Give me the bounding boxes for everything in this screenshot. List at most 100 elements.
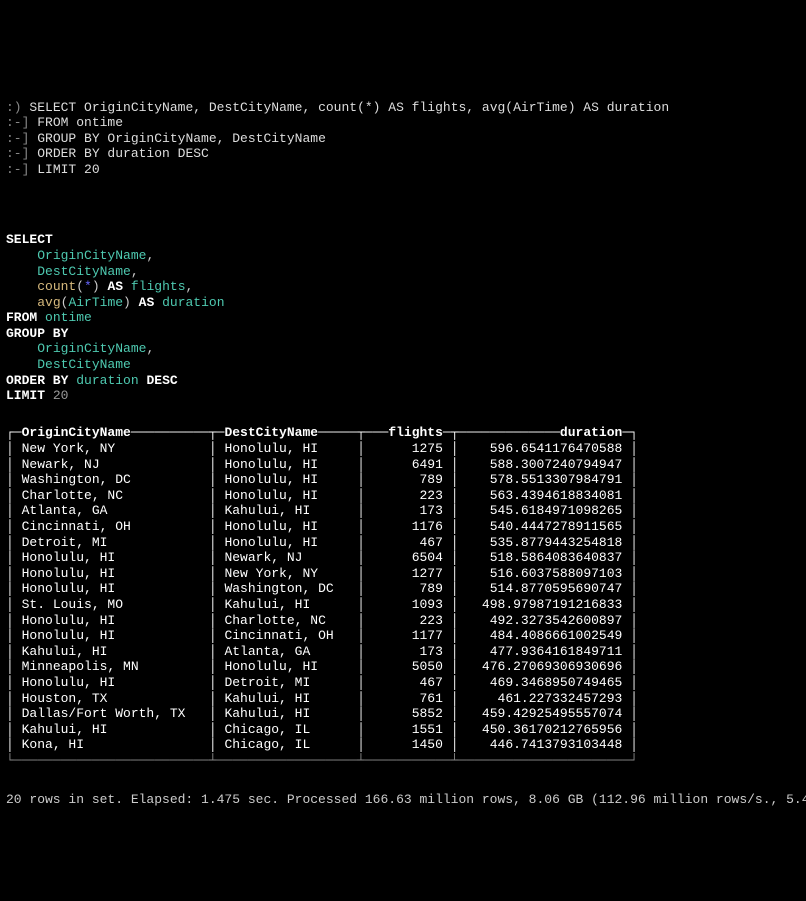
table-cell: New York, NY [224,566,349,581]
table-row: │ Honolulu, HI │ Washington, DC │ 789 │ … [6,581,638,596]
table-cell: 1176 [373,519,443,534]
table-row: │ Atlanta, GA │ Kahului, HI │ 173 │ 545.… [6,503,638,518]
sql-table: ontime [45,310,92,325]
table-row: │ St. Louis, MO │ Kahului, HI │ 1093 │ 4… [6,597,638,612]
table-cell: 5852 [373,706,443,721]
table-cell: Cincinnati, OH [22,519,201,534]
table-cell: Kahului, HI [22,722,201,737]
table-header-cell: ────────────duration [466,425,622,440]
table-cell: Honolulu, HI [224,519,349,534]
table-row: │ Honolulu, HI │ New York, NY │ 1277 │ 5… [6,566,638,581]
sql-alias: duration [162,295,224,310]
table-cell: Kahului, HI [224,597,349,612]
table-cell: Honolulu, HI [224,457,349,472]
table-cell: 761 [373,691,443,706]
table-cell: Chicago, IL [224,722,349,737]
table-cell: Kahului, HI [224,691,349,706]
table-row: │ Honolulu, HI │ Detroit, MI │ 467 │ 469… [6,675,638,690]
table-cell: 1450 [373,737,443,752]
table-cell: Kona, HI [22,737,201,752]
table-cell: 789 [373,581,443,596]
table-cell: Honolulu, HI [224,488,349,503]
table-cell: Atlanta, GA [22,503,201,518]
table-cell: 477.9364161849711 [466,644,622,659]
table-row: │ Charlotte, NC │ Honolulu, HI │ 223 │ 5… [6,488,638,503]
table-header-cell: DestCityName──── [224,425,349,440]
table-cell: 173 [373,503,443,518]
table-row: │ Newark, NJ │ Honolulu, HI │ 6491 │ 588… [6,457,638,472]
prompt-symbol: :) [6,100,22,115]
status-line: 20 rows in set. Elapsed: 1.475 sec. Proc… [6,792,800,808]
sql-column: duration [76,373,138,388]
table-cell: 516.6037588097103 [466,566,622,581]
table-row: │ Cincinnati, OH │ Honolulu, HI │ 1176 │… [6,519,638,534]
table-cell: 459.42925495557074 [466,706,622,721]
table-cell: 596.6541176470588 [466,441,622,456]
table-cell: Newark, NJ [22,457,201,472]
table-cell: Honolulu, HI [224,472,349,487]
table-row: │ Kona, HI │ Chicago, IL │ 1450 │ 446.74… [6,737,638,752]
table-cell: St. Louis, MO [22,597,201,612]
table-row: │ Kahului, HI │ Chicago, IL │ 1551 │ 450… [6,722,638,737]
table-cell: 1551 [373,722,443,737]
table-cell: 1275 [373,441,443,456]
table-row: │ Honolulu, HI │ Charlotte, NC │ 223 │ 4… [6,613,638,628]
sql-keyword-desc: DESC [146,373,177,388]
sql-function-count: count [37,279,76,294]
table-cell: 492.3273542600897 [466,613,622,628]
table-cell: 588.3007240794947 [466,457,622,472]
table-cell: Washington, DC [22,472,201,487]
sql-column: DestCityName [37,264,131,279]
table-row: │ Minneapolis, MN │ Honolulu, HI │ 5050 … [6,659,638,674]
table-cell: Newark, NJ [224,550,349,565]
table-cell: 173 [373,644,443,659]
table-cell: Detroit, MI [224,675,349,690]
table-cell: New York, NY [22,441,201,456]
table-cell: Honolulu, HI [224,659,349,674]
table-cell: 578.5513307984791 [466,472,622,487]
table-row: │ New York, NY │ Honolulu, HI │ 1275 │ 5… [6,441,638,456]
prompt-symbol-cont: :-] [6,131,29,146]
sql-keyword-select: SELECT [6,232,53,247]
table-cell: Atlanta, GA [224,644,349,659]
table-cell: 446.7413793103448 [466,737,622,752]
sql-star: * [84,279,92,294]
table-cell: 1093 [373,597,443,612]
prompt-symbol-cont: :-] [6,162,29,177]
table-cell: Honolulu, HI [22,613,201,628]
table-cell: 469.3468950749465 [466,675,622,690]
sql-function-avg: avg [37,295,60,310]
table-cell: Kahului, HI [224,706,349,721]
table-cell: Kahului, HI [224,503,349,518]
table-bottom-border: └─────────────────────────┴─────────────… [6,753,638,768]
echo-line: GROUP BY OriginCityName, DestCityName [37,131,326,146]
table-cell: Honolulu, HI [22,628,201,643]
prompt-symbol-cont: :-] [6,115,29,130]
table-cell: 563.4394618834081 [466,488,622,503]
sql-column: OriginCityName [37,341,146,356]
table-cell: Honolulu, HI [22,581,201,596]
table-cell: Honolulu, HI [22,675,201,690]
table-cell: 535.8779443254818 [466,535,622,550]
table-cell: 1277 [373,566,443,581]
table-row: │ Detroit, MI │ Honolulu, HI │ 467 │ 535… [6,535,638,550]
table-cell: Detroit, MI [22,535,201,550]
table-cell: Honolulu, HI [224,535,349,550]
table-cell: 467 [373,535,443,550]
table-cell: 1177 [373,628,443,643]
table-cell: Cincinnati, OH [224,628,349,643]
echo-line: SELECT OriginCityName, DestCityName, cou… [29,100,669,115]
table-cell: 6504 [373,550,443,565]
table-header-cell: ──flights [373,425,443,440]
formatted-sql: SELECT OriginCityName, DestCityName, cou… [6,217,800,404]
table-cell: Honolulu, HI [22,550,201,565]
table-cell: 467 [373,675,443,690]
table-row: │ Washington, DC │ Honolulu, HI │ 789 │ … [6,472,638,487]
table-header-row: ┌─OriginCityName──────────┬─DestCityName… [6,425,638,440]
sql-keyword-limit: LIMIT [6,388,45,403]
sql-number: 20 [53,388,69,403]
table-cell: 540.4447278911565 [466,519,622,534]
table-cell: Charlotte, NC [22,488,201,503]
table-row: │ Honolulu, HI │ Newark, NJ │ 6504 │ 518… [6,550,638,565]
table-cell: 484.4086661002549 [466,628,622,643]
